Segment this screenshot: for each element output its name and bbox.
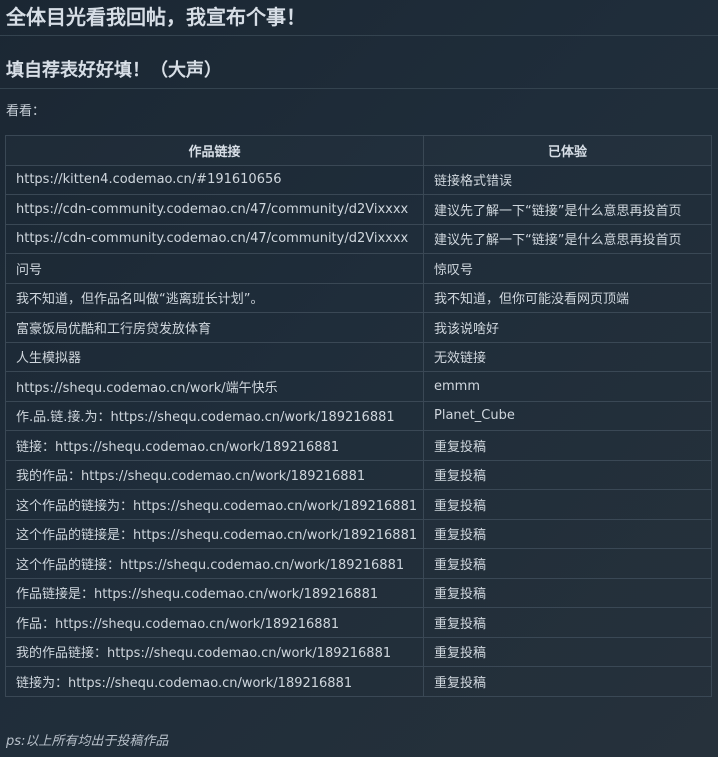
cell-experienced: emmm bbox=[423, 371, 712, 402]
cell-experienced: 无效链接 bbox=[423, 341, 712, 372]
table-row: 作品：https://shequ.codemao.cn/work/1892168… bbox=[5, 607, 712, 638]
cell-work-link: 链接：https://shequ.codemao.cn/work/1892168… bbox=[5, 430, 424, 461]
cell-experienced: 链接格式错误 bbox=[423, 164, 712, 195]
cell-experienced: 惊叹号 bbox=[423, 253, 712, 284]
cell-work-link: 作品：https://shequ.codemao.cn/work/1892168… bbox=[5, 607, 424, 638]
table-row: 这个作品的链接：https://shequ.codemao.cn/work/18… bbox=[5, 548, 712, 579]
table-row: 我的作品：https://shequ.codemao.cn/work/18921… bbox=[5, 459, 712, 490]
table-row: https://shequ.codemao.cn/work/端午快乐 emmm bbox=[5, 371, 712, 402]
cell-experienced: 重复投稿 bbox=[423, 607, 712, 638]
table-row: 链接为：https://shequ.codemao.cn/work/189216… bbox=[5, 666, 712, 697]
cell-work-link: 我的作品链接：https://shequ.codemao.cn/work/189… bbox=[5, 636, 424, 667]
table-row: https://cdn-community.codemao.cn/47/comm… bbox=[5, 223, 712, 254]
footnote: ps:以上所有均出于投稿作品 bbox=[6, 734, 169, 749]
heading-divider bbox=[0, 35, 718, 36]
forum-post: 全体目光看我回帖，我宣布个事！ 填自荐表好好填！（大声） 看看： 作品链接 已体… bbox=[0, 0, 718, 757]
table-row: 富豪饭局优酷和工行房贷发放体育 我该说啥好 bbox=[5, 312, 712, 343]
cell-experienced: 重复投稿 bbox=[423, 636, 712, 667]
submission-table: 作品链接 已体验 https://kitten4.codemao.cn/#191… bbox=[5, 135, 712, 697]
table-body: https://kitten4.codemao.cn/#191610656 链接格… bbox=[5, 164, 712, 697]
cell-experienced: 重复投稿 bbox=[423, 430, 712, 461]
cell-work-link: https://kitten4.codemao.cn/#191610656 bbox=[5, 164, 424, 195]
cell-work-link: 人生模拟器 bbox=[5, 341, 424, 372]
table-row: 链接：https://shequ.codemao.cn/work/1892168… bbox=[5, 430, 712, 461]
table-row: 这个作品的链接为：https://shequ.codemao.cn/work/1… bbox=[5, 489, 712, 520]
cell-work-link: 作.品.链.接.为：https://shequ.codemao.cn/work/… bbox=[5, 400, 424, 431]
table-row: 作.品.链.接.为：https://shequ.codemao.cn/work/… bbox=[5, 400, 712, 431]
cell-work-link: 我的作品：https://shequ.codemao.cn/work/18921… bbox=[5, 459, 424, 490]
table-row: 问号 惊叹号 bbox=[5, 253, 712, 284]
table-header-row: 作品链接 已体验 bbox=[5, 135, 712, 166]
cell-experienced: 建议先了解一下“链接”是什么意思再投首页 bbox=[423, 223, 712, 254]
cell-experienced: 重复投稿 bbox=[423, 548, 712, 579]
column-header-link: 作品链接 bbox=[5, 135, 424, 166]
intro-text: 看看： bbox=[6, 104, 46, 119]
cell-experienced: 重复投稿 bbox=[423, 489, 712, 520]
cell-experienced: 重复投稿 bbox=[423, 577, 712, 608]
cell-experienced: 重复投稿 bbox=[423, 518, 712, 549]
cell-experienced: 重复投稿 bbox=[423, 459, 712, 490]
table-row: 人生模拟器 无效链接 bbox=[5, 341, 712, 372]
cell-work-link: https://cdn-community.codemao.cn/47/comm… bbox=[5, 223, 424, 254]
cell-work-link: 这个作品的链接：https://shequ.codemao.cn/work/18… bbox=[5, 548, 424, 579]
column-header-experienced: 已体验 bbox=[423, 135, 712, 166]
table-row: 我的作品链接：https://shequ.codemao.cn/work/189… bbox=[5, 636, 712, 667]
table-row: 作品链接是：https://shequ.codemao.cn/work/1892… bbox=[5, 577, 712, 608]
subheading-divider bbox=[0, 88, 718, 89]
cell-work-link: 富豪饭局优酷和工行房贷发放体育 bbox=[5, 312, 424, 343]
table-row: 我不知道，但作品名叫做“逃离班长计划”。 我不知道，但你可能没看网页顶端 bbox=[5, 282, 712, 313]
cell-work-link: 这个作品的链接为：https://shequ.codemao.cn/work/1… bbox=[5, 489, 424, 520]
post-heading: 全体目光看我回帖，我宣布个事！ bbox=[6, 5, 306, 29]
cell-experienced: 建议先了解一下“链接”是什么意思再投首页 bbox=[423, 194, 712, 225]
table-row: https://kitten4.codemao.cn/#191610656 链接格… bbox=[5, 164, 712, 195]
cell-work-link: 我不知道，但作品名叫做“逃离班长计划”。 bbox=[5, 282, 424, 313]
table-row: https://cdn-community.codemao.cn/47/comm… bbox=[5, 194, 712, 225]
post-subheading: 填自荐表好好填！（大声） bbox=[6, 60, 222, 81]
cell-work-link: 作品链接是：https://shequ.codemao.cn/work/1892… bbox=[5, 577, 424, 608]
cell-experienced: 我该说啥好 bbox=[423, 312, 712, 343]
cell-work-link: 链接为：https://shequ.codemao.cn/work/189216… bbox=[5, 666, 424, 697]
cell-experienced: 我不知道，但你可能没看网页顶端 bbox=[423, 282, 712, 313]
cell-experienced: Planet_Cube bbox=[423, 400, 712, 431]
cell-work-link: https://shequ.codemao.cn/work/端午快乐 bbox=[5, 371, 424, 402]
cell-work-link: 这个作品的链接是：https://shequ.codemao.cn/work/1… bbox=[5, 518, 424, 549]
table-row: 这个作品的链接是：https://shequ.codemao.cn/work/1… bbox=[5, 518, 712, 549]
cell-experienced: 重复投稿 bbox=[423, 666, 712, 697]
cell-work-link: 问号 bbox=[5, 253, 424, 284]
cell-work-link: https://cdn-community.codemao.cn/47/comm… bbox=[5, 194, 424, 225]
